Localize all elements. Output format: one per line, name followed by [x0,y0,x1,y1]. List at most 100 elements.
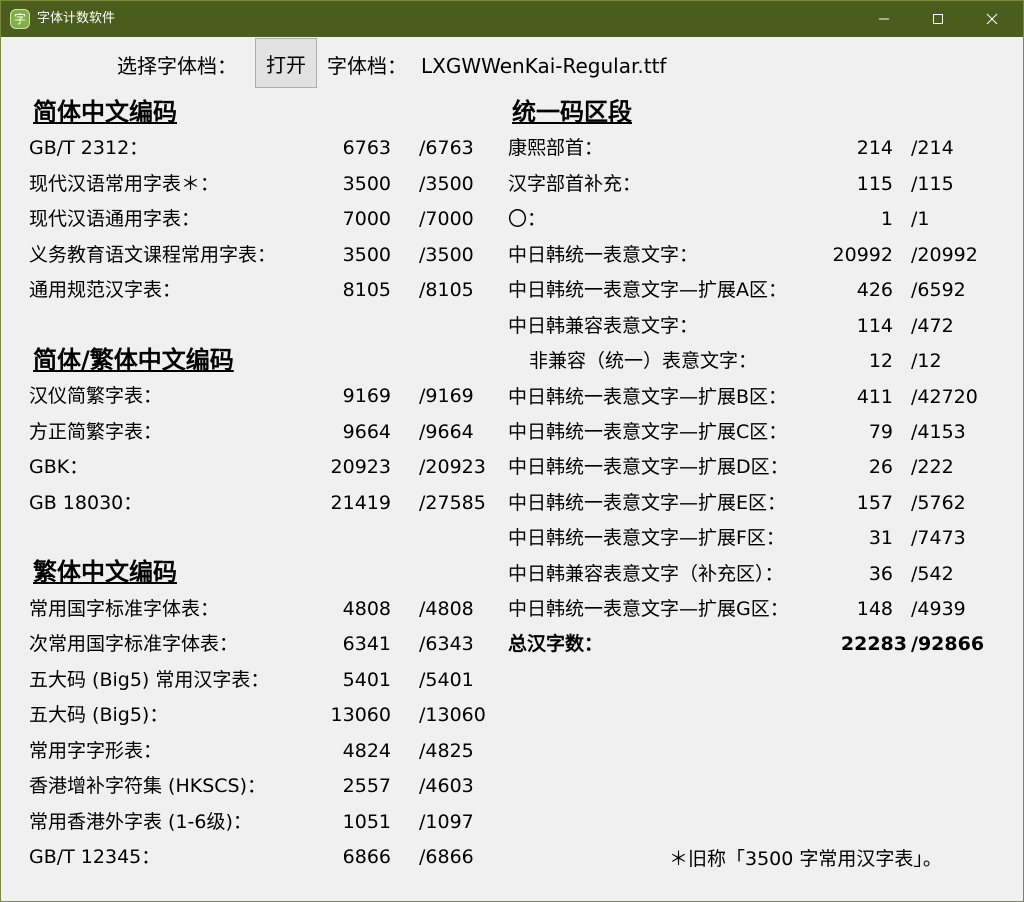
row-total: /4808 [419,598,474,620]
open-button[interactable]: 打开 [255,38,317,88]
row-label: 中日韩统一表意文字—扩展D区： [508,456,789,478]
row-label: 常用国字标准字体表： [29,598,220,620]
row-count: 5401 [342,669,391,691]
row-label: 香港增补字符集 (HKSCS)： [29,775,266,797]
font-file-name: LXGWWenKai-Regular.ttf [421,54,667,78]
row-label: 中日韩统一表意文字—扩展B区： [508,386,788,408]
row-count: 3500 [342,244,391,266]
row-count: 12 [868,350,893,372]
row-label: 五大码 (Big5)： [29,704,169,726]
row-total: /3500 [419,244,474,266]
row-count: 148 [856,598,893,620]
row-count: 114 [856,315,893,337]
row-label: 非兼容（统一）表意文字： [529,350,758,372]
row-total: /5762 [911,492,966,514]
footnote: ＊旧称「3500 字常用汉字表」。 [669,848,942,870]
row-total: /20923 [419,456,486,478]
row-label: GB 18030： [29,492,143,514]
row-count: 13060 [330,704,391,726]
select-font-label: 选择字体档： [117,54,237,78]
row-count: 6866 [342,846,391,868]
row-total: /6343 [419,633,474,655]
row-label: 中日韩统一表意文字—扩展A区： [508,279,787,301]
row-label: 常用字字形表： [29,740,163,762]
row-count: 1 [880,208,893,230]
app-window: 字 字体计数软件 选择字体档： 打开 字体档： LXGWWenKai-Regul… [0,0,1024,902]
row-label: 中日韩统一表意文字： [508,244,699,266]
row-count: 4824 [342,740,391,762]
row-label: 现代汉语通用字表： [29,208,201,230]
heading-traditional: 繁体中文编码 [33,558,177,586]
row-label: 通用规范汉字表： [29,279,182,301]
row-count: 26 [868,456,893,478]
row-label: 方正简繁字表： [29,421,163,443]
grand-total-total: /92866 [911,633,985,655]
row-label: 中日韩统一表意文字—扩展E区： [508,492,787,514]
row-count: 2557 [342,775,391,797]
row-total: /472 [911,315,954,337]
row-count: 4808 [342,598,391,620]
close-icon [986,13,998,25]
row-total: /222 [911,456,954,478]
row-count: 214 [856,137,893,159]
row-label: 康熙部首： [508,137,604,159]
row-count: 411 [856,386,893,408]
maximize-button[interactable] [915,1,961,37]
row-count: 79 [868,421,893,443]
row-label: 常用香港外字表 (1-6级)： [29,811,252,833]
app-font-counter-icon: 字 [10,9,30,29]
row-total: /20992 [911,244,978,266]
row-count: 426 [856,279,893,301]
row-label: 中日韩兼容表意文字： [508,315,699,337]
row-total: /8105 [419,279,474,301]
row-count: 157 [856,492,893,514]
row-total: /6866 [419,846,474,868]
row-total: /4825 [419,740,474,762]
row-total: /6592 [911,279,966,301]
row-total: /7000 [419,208,474,230]
row-count: 7000 [342,208,391,230]
maximize-icon [933,14,943,24]
row-count: 1051 [342,811,391,833]
close-button[interactable] [969,1,1015,37]
row-total: /12 [911,350,942,372]
row-total: /4939 [911,598,966,620]
row-count: 6763 [342,137,391,159]
row-total: /214 [911,137,954,159]
row-total: /42720 [911,386,978,408]
row-total: /7473 [911,527,966,549]
row-label: 中日韩统一表意文字—扩展F区： [508,527,785,549]
row-count: 3500 [342,173,391,195]
row-total: /115 [911,173,954,195]
row-total: /4603 [419,775,474,797]
title-bar[interactable]: 字 字体计数软件 [1,1,1023,37]
row-count: 115 [856,173,893,195]
grand-total-label: 总汉字数： [508,633,604,655]
minimize-button[interactable] [861,1,907,37]
row-label: 中日韩统一表意文字—扩展C区： [508,421,788,443]
grand-total-count: 22283 [840,633,907,655]
row-count: 21419 [330,492,391,514]
font-file-label: 字体档： [327,54,407,78]
heading-simp-trad: 简体/繁体中文编码 [33,346,234,374]
row-total: /9664 [419,421,474,443]
row-label: 汉仪简繁字表： [29,385,163,407]
row-label: 现代汉语常用字表＊： [29,173,220,195]
row-count: 9664 [342,421,391,443]
row-total: /5401 [419,669,474,691]
row-total: /9169 [419,385,474,407]
window-title: 字体计数软件 [37,11,116,26]
row-label: 义务教育语文课程常用字表： [29,244,277,266]
row-count: 20923 [330,456,391,478]
row-total: /1097 [419,811,474,833]
minimize-icon [879,18,889,20]
row-total: /27585 [419,492,486,514]
row-label: 五大码 (Big5) 常用汉字表： [29,669,270,691]
row-label: 中日韩兼容表意文字（补充区）： [508,563,784,585]
row-label: GB/T 2312： [29,137,149,159]
row-total: /4153 [911,421,966,443]
main-content: 选择字体档： 打开 字体档： LXGWWenKai-Regular.ttf 简体… [1,37,1023,901]
row-count: 31 [868,527,893,549]
row-label: GB/T 12345： [29,846,161,868]
row-count: 8105 [342,279,391,301]
